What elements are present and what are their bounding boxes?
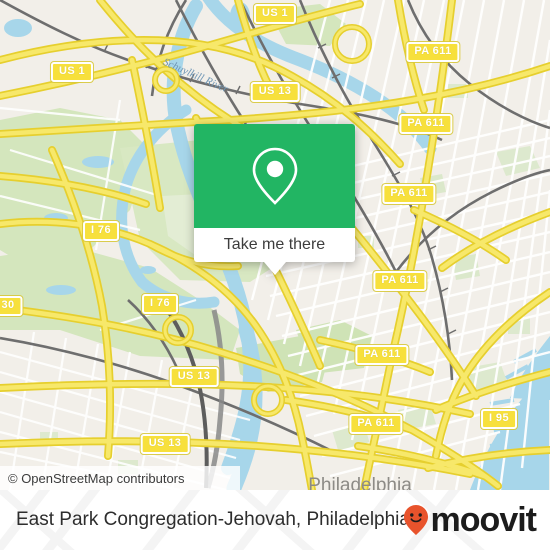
shield-us-13-mid: US 13 (169, 367, 219, 387)
shield-us-1-left: US 1 (50, 62, 94, 82)
map-screenshot: Schuylkill River Philadelphia US 1 US 1 … (0, 0, 550, 550)
shield-us-13-top: US 13 (250, 82, 300, 102)
moovit-wordmark: moovit (430, 501, 537, 539)
place-popup-card[interactable]: Take me there (194, 124, 355, 275)
shield-pa-611-2: PA 611 (399, 114, 453, 134)
shield-i-95: I 95 (481, 409, 517, 429)
popup-action-bar[interactable]: Take me there (194, 228, 355, 262)
place-title: East Park Congregation-Jehovah, Philadel… (16, 490, 410, 550)
popup-header (194, 124, 355, 228)
shield-i-76-2: I 76 (142, 294, 178, 314)
osm-attribution-text: © OpenStreetMap contributors (8, 470, 185, 486)
moovit-pin-icon (403, 504, 429, 536)
shield-pa-611-4: PA 611 (373, 271, 427, 291)
shield-pa-611-5: PA 611 (355, 345, 409, 365)
popup-pointer (263, 262, 286, 275)
place-title-text: East Park Congregation-Jehovah, Philadel… (16, 509, 410, 530)
footer-bar: East Park Congregation-Jehovah, Philadel… (0, 490, 550, 550)
osm-attribution[interactable]: © OpenStreetMap contributors (0, 466, 240, 490)
location-pin-icon (252, 147, 297, 205)
take-me-there-label: Take me there (223, 236, 326, 253)
city-label-philadelphia: Philadelphia (308, 475, 412, 490)
shield-pa-611-1: PA 611 (406, 42, 460, 62)
shield-pa-611-6: PA 611 (349, 414, 403, 434)
map-canvas[interactable]: Schuylkill River Philadelphia US 1 US 1 … (0, 0, 550, 490)
shield-us-1-top: US 1 (253, 4, 297, 24)
moovit-logo[interactable]: moovit (403, 490, 537, 550)
shield-30: 30 (0, 296, 23, 316)
shield-i-76-1: I 76 (83, 221, 119, 241)
shield-us-13-bottom: US 13 (140, 434, 190, 454)
shield-pa-611-3: PA 611 (382, 184, 436, 204)
